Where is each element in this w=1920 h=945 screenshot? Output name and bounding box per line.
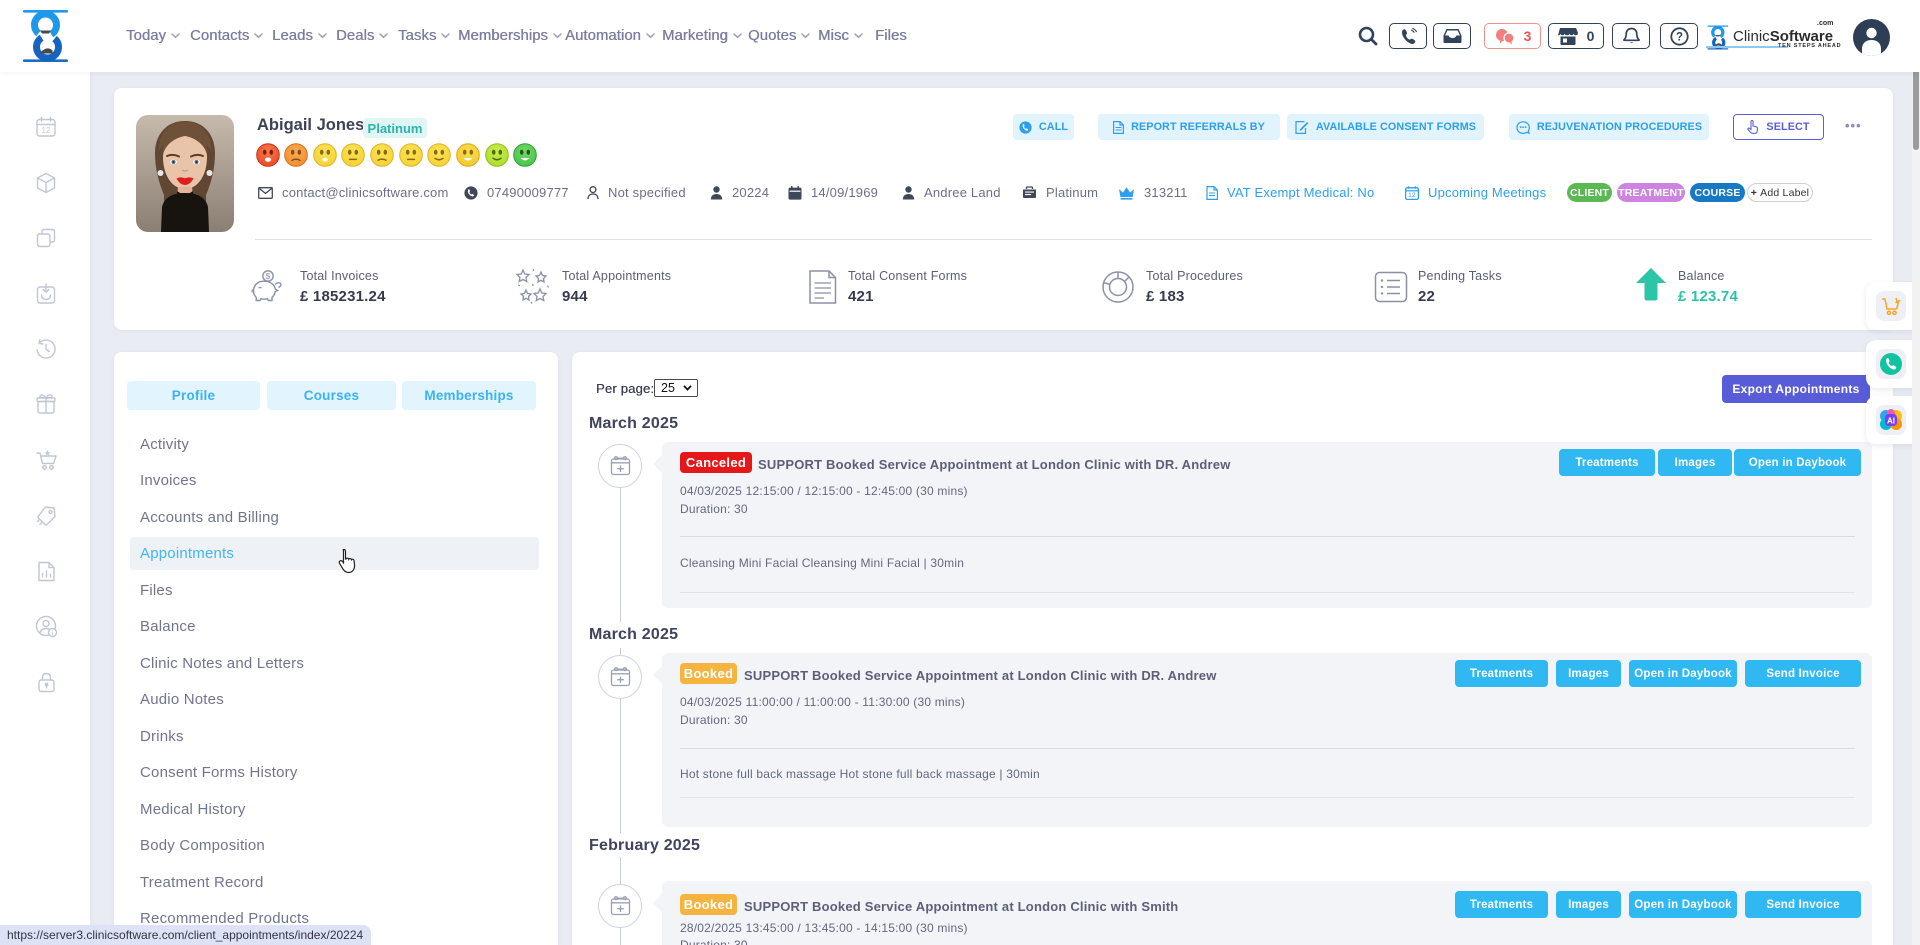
svg-text:?: ? — [1675, 31, 1682, 43]
svg-text:AI: AI — [1887, 417, 1895, 426]
svg-text:12: 12 — [42, 126, 51, 135]
svg-text:12: 12 — [1408, 192, 1416, 199]
svg-text:$: $ — [266, 272, 271, 281]
